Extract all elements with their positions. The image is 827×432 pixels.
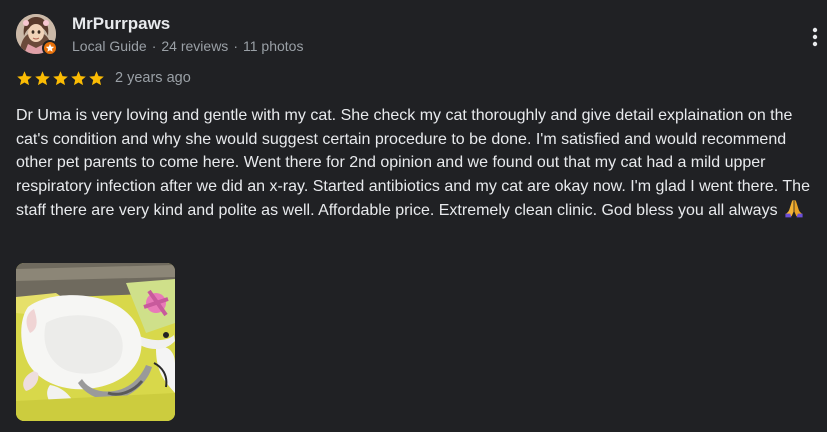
reviewer-name[interactable]: MrPurrpaws — [72, 14, 170, 34]
review-photo-image — [16, 263, 175, 421]
review-date: 2 years ago — [115, 70, 191, 86]
star-icon — [53, 70, 68, 85]
review-body: Dr Uma is very loving and gentle with my… — [16, 107, 810, 219]
reviewer-review-count: 24 reviews — [161, 38, 229, 54]
avatar[interactable] — [16, 14, 58, 56]
star-rating — [16, 70, 105, 87]
review-card: MrPurrpaws Local Guide · 24 reviews · 11 pho… — [0, 0, 827, 432]
more-vert-icon — [812, 27, 818, 47]
local-guide-star-icon — [45, 43, 55, 52]
meta-separator: · — [233, 38, 238, 54]
local-guide-badge — [42, 40, 58, 56]
review-photo[interactable] — [16, 263, 175, 421]
meta-separator: · — [151, 38, 157, 54]
star-icon — [17, 70, 32, 85]
star-icon — [35, 70, 50, 85]
review-text: Dr Uma is very loving and gentle with my… — [16, 104, 811, 226]
folded-hands-icon — [784, 198, 804, 226]
star-icon — [71, 70, 86, 85]
reviewer-role: Local Guide — [72, 38, 147, 54]
reviewer-meta[interactable]: Local Guide · 24 reviews · 11 photos — [72, 38, 303, 54]
more-options-button[interactable] — [800, 22, 827, 52]
reviewer-photo-count: 11 photos — [242, 38, 304, 54]
star-icon — [89, 70, 104, 85]
rating-row: 2 years ago — [16, 69, 191, 87]
